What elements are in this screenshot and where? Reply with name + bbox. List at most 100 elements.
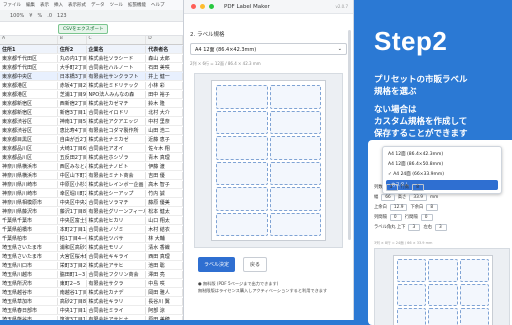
table-cell[interactable]: 埼玉県さいたま市 [0,252,58,260]
table-cell[interactable]: 南越谷1丁目2−3 [58,288,87,296]
table-cell[interactable]: 森山 太郎 [146,54,183,62]
table-cell[interactable]: 北村 大介 [146,108,183,116]
menu-insert[interactable]: 挿入 [54,2,63,8]
dropdown-option[interactable]: A4 12面 (86.4×50.8mm) [383,159,501,169]
row-gap-input[interactable]: 0 [420,213,433,221]
table-cell[interactable]: 神奈川県相模原市 [0,198,58,206]
table-row[interactable]: 埼玉県川口市栄町3丁目2−1株式会社アサヒ池田 聡 [0,261,183,270]
table-cell[interactable]: 高木 智子 [146,180,183,188]
table-cell[interactable]: 株式会社アサヒ [87,261,147,269]
table-cell[interactable]: 自由が丘2丁目1−3 [58,135,87,143]
table-cell[interactable]: 合同会社ソラマチ [87,198,147,206]
table-cell[interactable]: 有限会社コダマ製作所 [87,126,147,134]
table-cell[interactable]: 幸区堀川町2−5 [58,189,87,197]
radius-lr-input[interactable]: 3 [435,223,448,231]
table-row[interactable]: 東京都中央区日本橋3丁目1−2有限会社サンクラフト井上 健一 [0,72,183,81]
table-cell[interactable]: 大崎1丁目6−1 [58,144,87,152]
table-cell[interactable]: 恵比寿4丁目1−2 [58,126,87,134]
decimal-button[interactable]: .0 [47,13,52,19]
header-cell[interactable]: 代表者名 [146,45,183,53]
table-cell[interactable]: 神奈川県藤沢市 [0,207,58,215]
table-cell[interactable]: 東京都千代田区 [0,63,58,71]
table-cell[interactable]: 中央区富士見1−3 [58,216,87,224]
table-cell[interactable]: 佐々木 翔 [146,144,183,152]
back-button[interactable]: 戻る [243,257,268,272]
table-row[interactable]: 東京都港区赤坂4丁目2−8株式会社ミドリテック小林 彩 [0,81,183,90]
table-cell[interactable]: 神南1丁目5−7 [58,117,87,125]
table-cell[interactable]: 中央1丁目1−1 [58,306,87,314]
table-cell[interactable]: 株式会社カナデ [87,288,147,296]
table-cell[interactable]: 有限会社ミナト商会 [87,171,147,179]
table-cell[interactable]: 株式会社ソラシード [87,54,147,62]
menu-data[interactable]: データ [91,2,105,8]
table-cell[interactable]: 阿部 涼 [146,306,183,314]
table-row[interactable]: 埼玉県春日部市中央1丁目1−1合同会社ミライ阿部 涼 [0,306,183,315]
column-header[interactable]: A [0,36,58,44]
table-row[interactable]: 埼玉県熊谷市筑波3丁目19−5有限会社アサヒナ原田 美穂 [0,315,183,320]
table-cell[interactable]: 株式会社ナミカゼ [87,135,147,143]
table-cell[interactable]: 千葉県柏市 [0,234,58,242]
table-cell[interactable]: 藤原 優美 [146,198,183,206]
table-cell[interactable]: 池田 聡 [146,261,183,269]
table-cell[interactable]: 東京都千代田区 [0,54,58,62]
table-cell[interactable]: 鈴木 隆 [146,99,183,107]
table-row[interactable]: 神奈川県川崎市中原区小杉3−1株式会社レインボー企画高木 智子 [0,180,183,189]
table-cell[interactable]: 株式会社カゼマチ [87,99,147,107]
table-cell[interactable]: 伊藤 渡 [146,162,183,170]
table-cell[interactable]: 株式会社アクアエッジ [87,117,147,125]
table-cell[interactable]: 東京都港区 [0,90,58,98]
table-cell[interactable]: 芝浦1丁目9−3 [58,90,87,98]
table-cell[interactable]: 澤田 亮 [146,270,183,278]
table-cell[interactable]: 株式会社ホシゾラ [87,153,147,161]
table-cell[interactable]: 浦和区高砂3−15 [58,243,87,251]
table-row[interactable]: 埼玉県草加市高砂2丁目8−1株式会社キラリ長谷川 翼 [0,297,183,306]
table-cell[interactable]: 株式会社ミドリテック [87,81,147,89]
table-cell[interactable]: 日本橋3丁目1−2 [58,72,87,80]
table-cell[interactable]: 千葉県船橋市 [0,225,58,233]
table-cell[interactable]: 山田 浩二 [146,126,183,134]
menu-help[interactable]: ヘルプ [151,2,165,8]
zoom-window-button[interactable] [209,4,214,9]
width-input[interactable]: 66 [381,193,395,201]
menu-edit[interactable]: 編集 [26,2,35,8]
table-cell[interactable]: 大手町2丁目3−5 [58,63,87,71]
table-cell[interactable]: 株式会社ツバサ [87,234,147,242]
table-cell[interactable]: 株式会社モリノ [87,243,147,251]
table-cell[interactable]: 埼玉県川越市 [0,270,58,278]
table-cell[interactable]: 高砂2丁目8−1 [58,297,87,305]
table-cell[interactable]: 埼玉県春日部市 [0,306,58,314]
table-cell[interactable]: 岡田 雅人 [146,288,183,296]
table-row[interactable]: 埼玉県さいたま市浦和区高砂3−15株式会社モリノ清水 香織 [0,243,183,252]
table-row[interactable]: 千葉県船橋市本町2丁目1−1合同会社ノゾミ木村 結衣 [0,225,183,234]
table-cell[interactable]: 丸の内1丁目1−1 [58,54,87,62]
table-cell[interactable]: 株式会社キラリ [87,297,147,305]
table-cell[interactable]: 小林 彩 [146,81,183,89]
table-cell[interactable]: 新宿3丁目1−4 [58,108,87,116]
table-row[interactable]: 神奈川県横浜市中区山下町1−1有限会社ミナト商会吉田 優 [0,171,183,180]
table-cell[interactable]: 有限会社グリーンフィールド [87,207,147,215]
table-row[interactable]: 東京都品川区大崎1丁目6−1合同会社アオイ佐々木 翔 [0,144,183,153]
menu-format[interactable]: 表示形式 [68,2,86,8]
menu-tools[interactable]: ツール [110,2,124,8]
table-cell[interactable]: 近藤 恵子 [146,135,183,143]
table-cell[interactable]: 株式会社シーアップ [87,189,147,197]
table-cell[interactable]: 神奈川県川崎市 [0,180,58,188]
table-cell[interactable]: 千葉県千葉市 [0,216,58,224]
zoom-select[interactable]: 100% [10,13,24,19]
table-cell[interactable]: 青木 真理 [146,153,183,161]
table-row[interactable]: 東京都目黒区自由が丘2丁目1−3株式会社ナミカゼ近藤 恵子 [0,135,183,144]
table-cell[interactable]: 吉田 優 [146,171,183,179]
table-cell[interactable]: 埼玉県所沢市 [0,279,58,287]
table-cell[interactable]: 神奈川県横浜市 [0,162,58,170]
table-cell[interactable]: 東京都港区 [0,81,58,89]
table-cell[interactable]: 有限会社アサヒナ [87,315,147,320]
label-spec-select[interactable]: A4 12面 (86.4×42.3mm) ⌄ [190,43,347,55]
table-cell[interactable]: 中原区小杉3−1 [58,180,87,188]
confirm-label-button[interactable]: ラベル決定 [198,257,236,272]
table-cell[interactable]: 神奈川県川崎市 [0,189,58,197]
table-cell[interactable]: 中央区中央2−11 [58,198,87,206]
table-cell[interactable]: 田中 裕子 [146,90,183,98]
table-cell[interactable]: 山口 翔太 [146,216,183,224]
table-cell[interactable]: 木村 結衣 [146,225,183,233]
table-row[interactable]: 埼玉県さいたま市大宮区桜木町1−7合同会社キキライ西田 真理 [0,252,183,261]
